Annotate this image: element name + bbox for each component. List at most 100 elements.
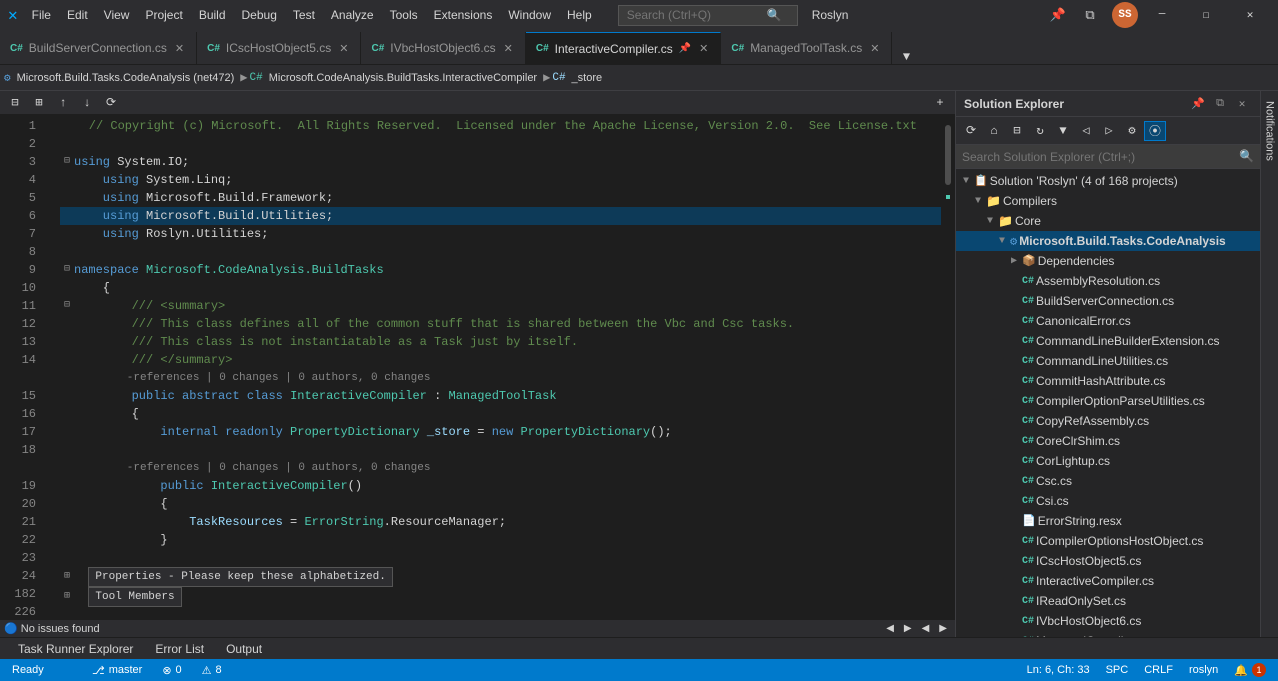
nav-prev-btn[interactable]: ◀: [882, 623, 898, 634]
task-runner-tab[interactable]: Task Runner Explorer: [8, 640, 143, 658]
tab-build-server-connection[interactable]: C# BuildServerConnection.cs ✕: [0, 32, 197, 64]
tree-item-ivbc-host-object6[interactable]: C# IVbcHostObject6.cs: [956, 611, 1260, 631]
tab-close-icon[interactable]: ✕: [337, 41, 350, 56]
minimize-button[interactable]: ─: [1142, 5, 1182, 25]
error-list-tab[interactable]: Error List: [145, 640, 214, 658]
tree-item-assembly-resolution[interactable]: C# AssemblyResolution.cs: [956, 271, 1260, 291]
tab-ivbc-host-object[interactable]: C# IVbcHostObject6.cs ✕: [361, 32, 525, 64]
se-expand-btn[interactable]: ⧉: [1210, 94, 1230, 114]
toolbar-next-btn[interactable]: ↓: [76, 93, 98, 113]
tree-item-cmdline-utils[interactable]: C# CommandLineUtilities.cs: [956, 351, 1260, 371]
menu-test[interactable]: Test: [285, 4, 323, 26]
menu-analyze[interactable]: Analyze: [323, 4, 382, 26]
tree-item-dependencies[interactable]: ▶ 📦 Dependencies: [956, 251, 1260, 271]
tree-item-core-clr-shim[interactable]: C# CoreClrShim.cs: [956, 431, 1260, 451]
tree-item-cor-lightup[interactable]: C# CorLightup.cs: [956, 451, 1260, 471]
menu-file[interactable]: File: [24, 4, 59, 26]
close-button[interactable]: ✕: [1230, 5, 1270, 25]
pin-icon[interactable]: 📌: [1044, 2, 1072, 28]
menu-edit[interactable]: Edit: [59, 4, 96, 26]
collapsed-properties[interactable]: Properties - Please keep these alphabeti…: [88, 567, 392, 587]
search-input[interactable]: [627, 8, 767, 22]
collapsed-tool-members[interactable]: Tool Members: [88, 587, 181, 607]
tree-item-icsc-host-object5[interactable]: C# ICscHostObject5.cs: [956, 551, 1260, 571]
toolbar-sync-btn[interactable]: ⟳: [100, 93, 122, 113]
tab-icsc-host-object[interactable]: C# ICscHostObject5.cs ✕: [197, 32, 361, 64]
tree-item-project[interactable]: ▼ ⚙ Microsoft.Build.Tasks.CodeAnalysis: [956, 231, 1260, 251]
tree-item-csi[interactable]: C# Csi.cs: [956, 491, 1260, 511]
warning-count[interactable]: ⚠ 8: [198, 664, 226, 677]
tree-item-core[interactable]: ▼ 📁 Core: [956, 211, 1260, 231]
tab-close-icon[interactable]: ✕: [697, 41, 710, 56]
toolbar-expand-btn[interactable]: ⊞: [28, 93, 50, 113]
tree-item-interactive-compiler-file[interactable]: C# InteractiveCompiler.cs: [956, 571, 1260, 591]
breadcrumb-member[interactable]: _store: [568, 72, 607, 84]
tree-item-copy-ref-assembly[interactable]: C# CopyRefAssembly.cs: [956, 411, 1260, 431]
menu-view[interactable]: View: [96, 4, 138, 26]
tab-close-icon[interactable]: ✕: [502, 41, 515, 56]
se-filter-btn[interactable]: ▼: [1052, 121, 1074, 141]
scroll-right-btn[interactable]: ▶: [935, 623, 951, 634]
menu-project[interactable]: Project: [137, 4, 190, 26]
tree-item-csc[interactable]: C# Csc.cs: [956, 471, 1260, 491]
output-tab[interactable]: Output: [216, 640, 272, 658]
tree-item-compiler-option-parse[interactable]: C# CompilerOptionParseUtilities.cs: [956, 391, 1260, 411]
code-content[interactable]: // Copyright (c) Microsoft. All Rights R…: [52, 115, 941, 619]
menu-debug[interactable]: Debug: [234, 4, 285, 26]
nav-next-btn[interactable]: ▶: [900, 623, 916, 634]
breadcrumb-project[interactable]: Microsoft.Build.Tasks.CodeAnalysis (net4…: [13, 72, 239, 84]
code-line-17: internal readonly PropertyDictionary _st…: [60, 423, 941, 441]
tree-item-commit-hash[interactable]: C# CommitHashAttribute.cs: [956, 371, 1260, 391]
menu-build[interactable]: Build: [191, 4, 234, 26]
tab-close-icon[interactable]: ✕: [173, 41, 186, 56]
tree-item-cmdline-builder[interactable]: C# CommandLineBuilderExtension.cs: [956, 331, 1260, 351]
tab-interactive-compiler[interactable]: C# InteractiveCompiler.cs 📌 ✕: [526, 32, 722, 64]
scrollbar-thumb[interactable]: [945, 125, 951, 185]
toolbar-add-btn[interactable]: +: [929, 93, 951, 113]
notifications-label[interactable]: Notifications: [1262, 95, 1278, 167]
tree-item-build-server[interactable]: C# BuildServerConnection.cs: [956, 291, 1260, 311]
toolbar-prev-btn[interactable]: ↑: [52, 93, 74, 113]
se-collapse-btn[interactable]: ⊟: [1006, 121, 1028, 141]
restore-button[interactable]: ☐: [1186, 5, 1226, 25]
tree-item-compilers[interactable]: ▼ 📁 Compilers: [956, 191, 1260, 211]
fold-btn[interactable]: ⊟: [60, 297, 74, 315]
se-next-btn[interactable]: ▷: [1098, 121, 1120, 141]
toolbar-collapse-btn[interactable]: ⊟: [4, 93, 26, 113]
cs-icon: C#: [371, 43, 384, 54]
fold-btn[interactable]: ⊟: [60, 261, 74, 279]
tab-managed-tool-task[interactable]: C# ManagedToolTask.cs ✕: [721, 32, 892, 64]
se-active-btn[interactable]: ⦿: [1144, 121, 1166, 141]
tree-item-solution[interactable]: ▼ 📋 Solution 'Roslyn' (4 of 168 projects…: [956, 171, 1260, 191]
se-settings-btn[interactable]: ⚙: [1121, 121, 1143, 141]
se-home-btn[interactable]: ⌂: [983, 121, 1005, 141]
se-close-btn[interactable]: ✕: [1232, 94, 1252, 114]
notification-btn[interactable]: 🔔 1: [1230, 663, 1270, 677]
se-search-input[interactable]: [962, 150, 1235, 164]
error-count[interactable]: ⊗ 0: [158, 664, 185, 677]
tree-item-ireadonly-set[interactable]: C# IReadOnlySet.cs: [956, 591, 1260, 611]
se-pin-btn[interactable]: 📌: [1188, 94, 1208, 114]
tree-item-error-string[interactable]: 📄 ErrorString.resx: [956, 511, 1260, 531]
tree-item-canonical-error[interactable]: C# CanonicalError.cs: [956, 311, 1260, 331]
expand-icon[interactable]: ⧉: [1076, 2, 1104, 28]
se-refresh-btn[interactable]: ↻: [1029, 121, 1051, 141]
se-sync-btn[interactable]: ⟳: [960, 121, 982, 141]
menu-extensions[interactable]: Extensions: [426, 4, 501, 26]
menu-window[interactable]: Window: [500, 4, 559, 26]
tab-close-icon[interactable]: ✕: [868, 41, 881, 56]
fold-btn[interactable]: ⊟: [60, 153, 74, 171]
code-line-24-collapsed[interactable]: ⊞ Properties - Please keep these alphabe…: [60, 567, 941, 587]
menu-help[interactable]: Help: [559, 4, 600, 26]
scroll-left-btn[interactable]: ◀: [918, 623, 934, 634]
tree-item-icompiler-options[interactable]: C# ICompilerOptionsHostObject.cs: [956, 531, 1260, 551]
code-line-182-collapsed[interactable]: ⊞ Tool Members: [60, 587, 941, 607]
menu-tools[interactable]: Tools: [382, 4, 426, 26]
git-branch[interactable]: ⎇ master: [88, 664, 146, 677]
tab-overflow-button[interactable]: ▼: [892, 50, 920, 64]
se-prev-btn[interactable]: ◁: [1075, 121, 1097, 141]
editor-scrollbar[interactable]: [941, 115, 955, 619]
breadcrumb-namespace[interactable]: Microsoft.CodeAnalysis.BuildTasks.Intera…: [265, 72, 541, 84]
search-box[interactable]: 🔍: [618, 5, 798, 26]
se-search[interactable]: 🔍: [956, 145, 1260, 169]
